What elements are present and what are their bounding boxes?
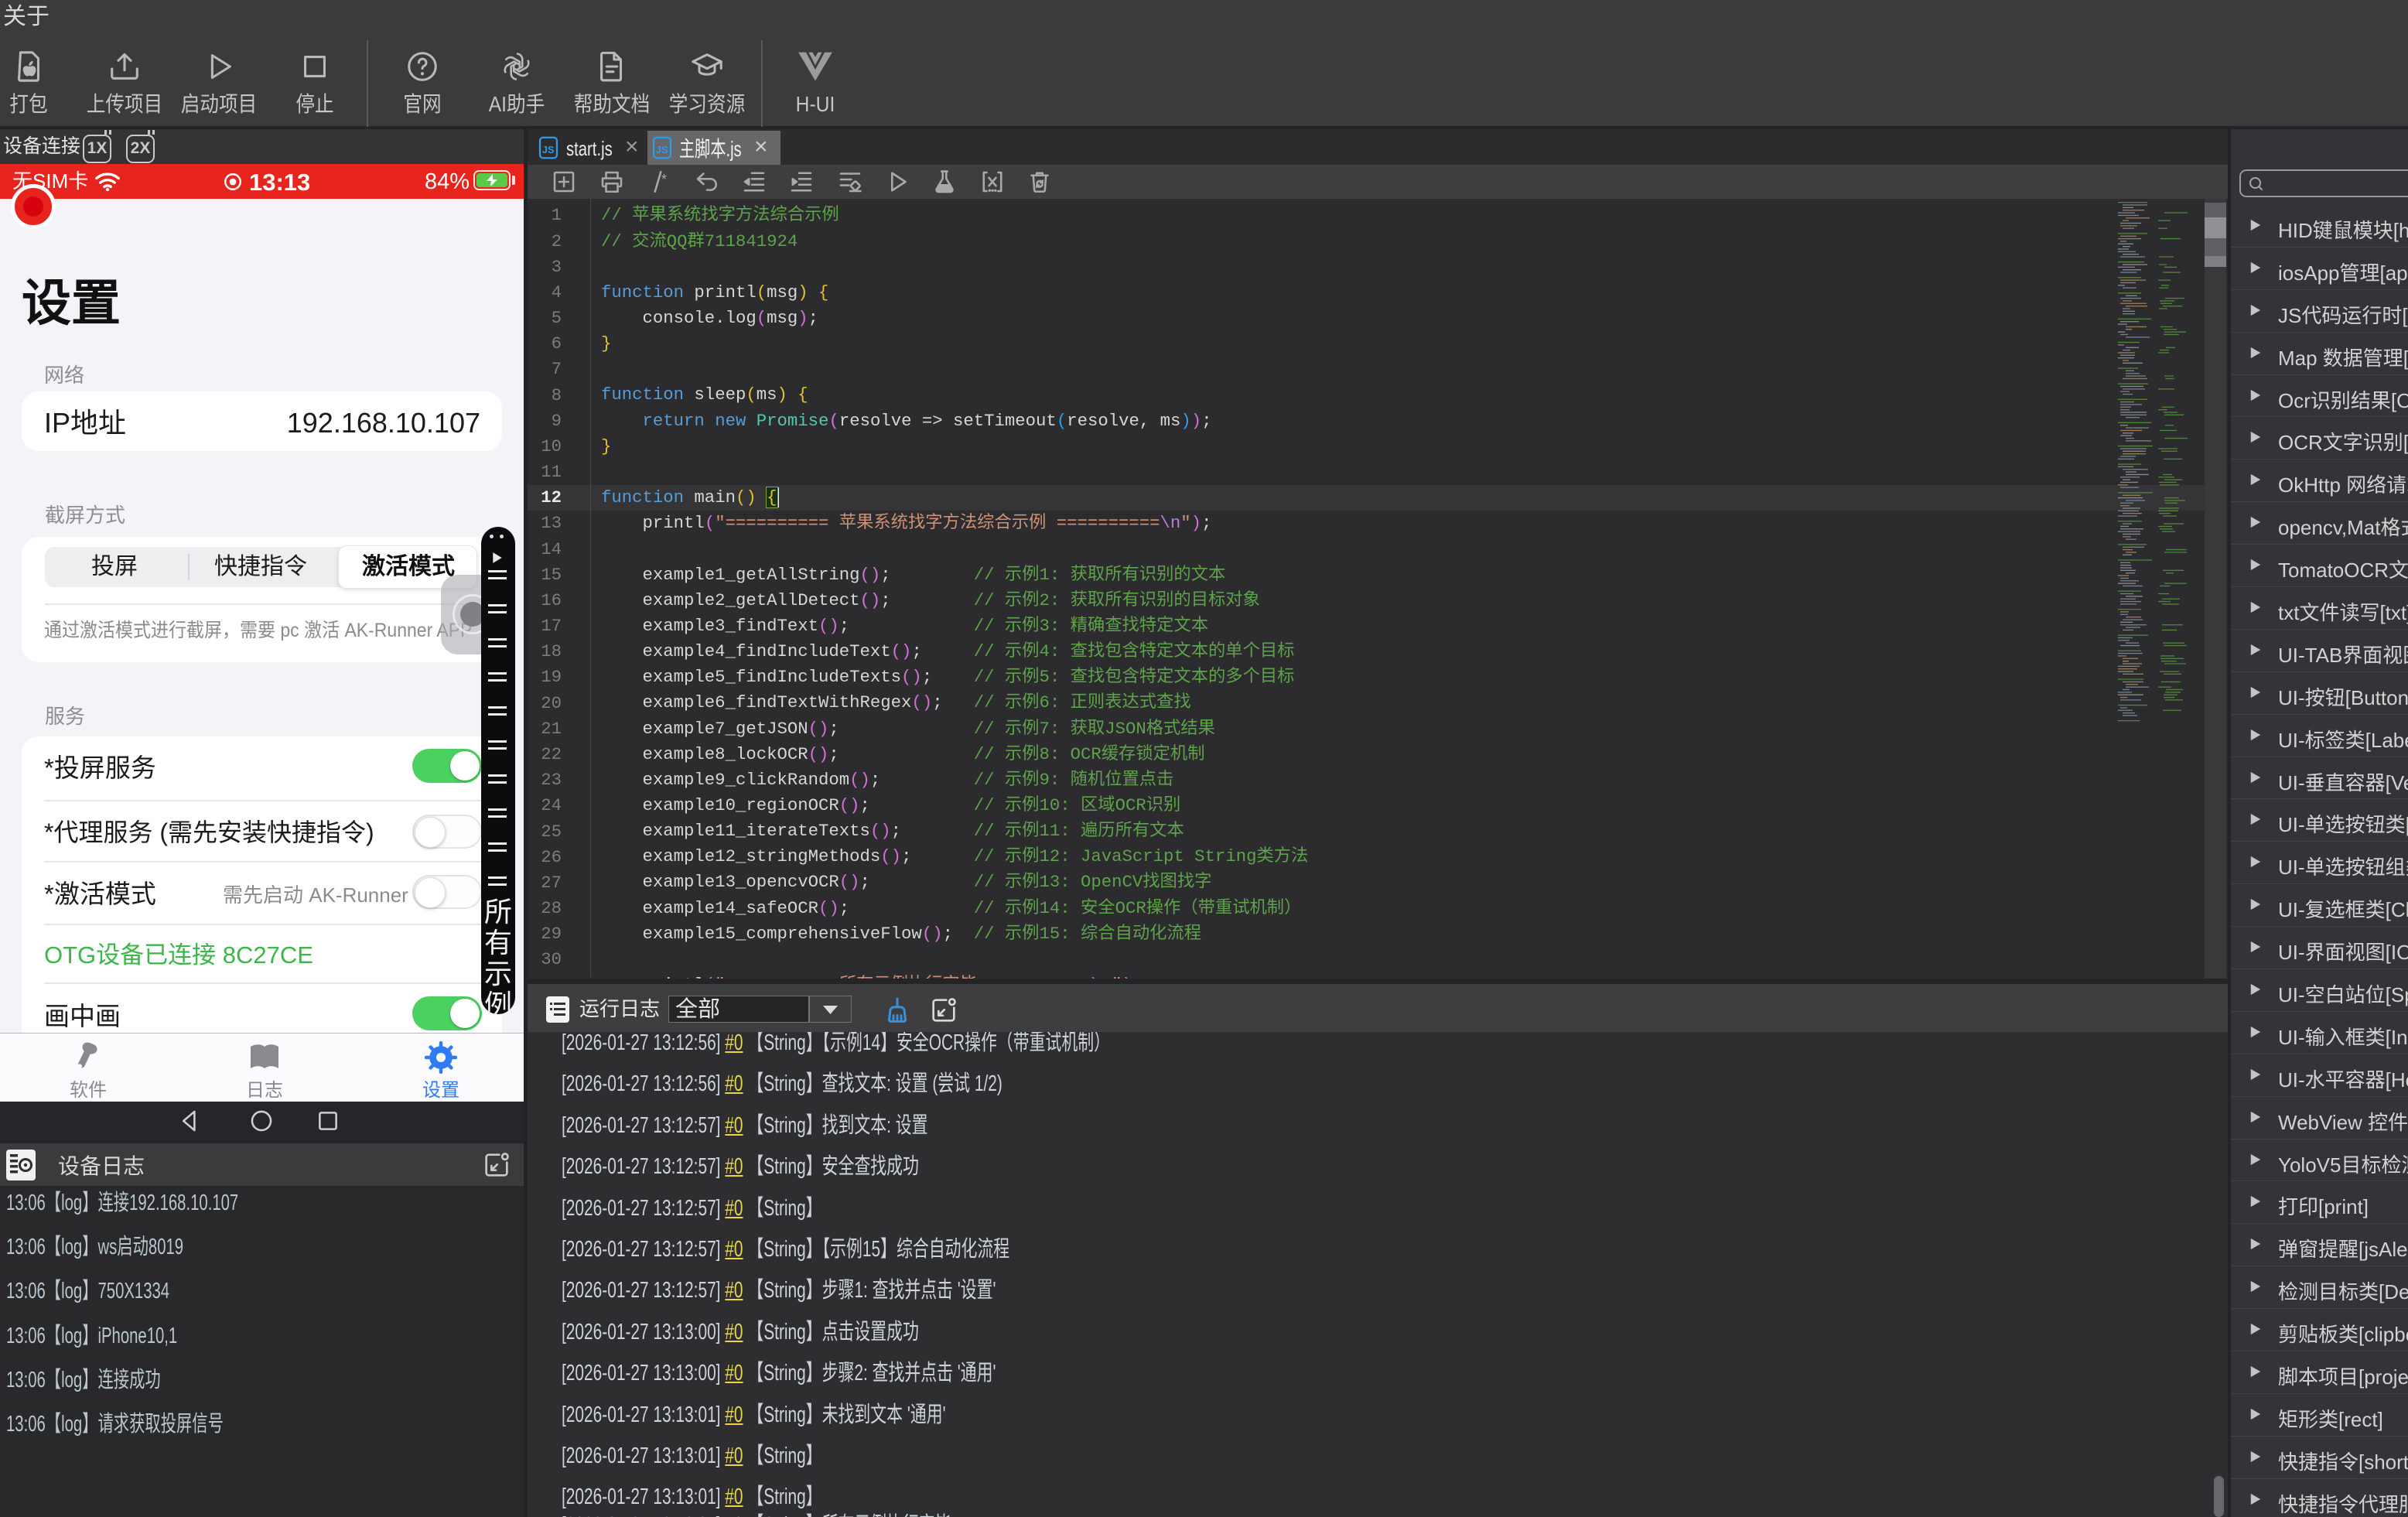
svg-text:JS: JS: [656, 145, 668, 155]
svg-text:JS: JS: [542, 145, 555, 155]
svg-text:*: *: [661, 172, 667, 187]
